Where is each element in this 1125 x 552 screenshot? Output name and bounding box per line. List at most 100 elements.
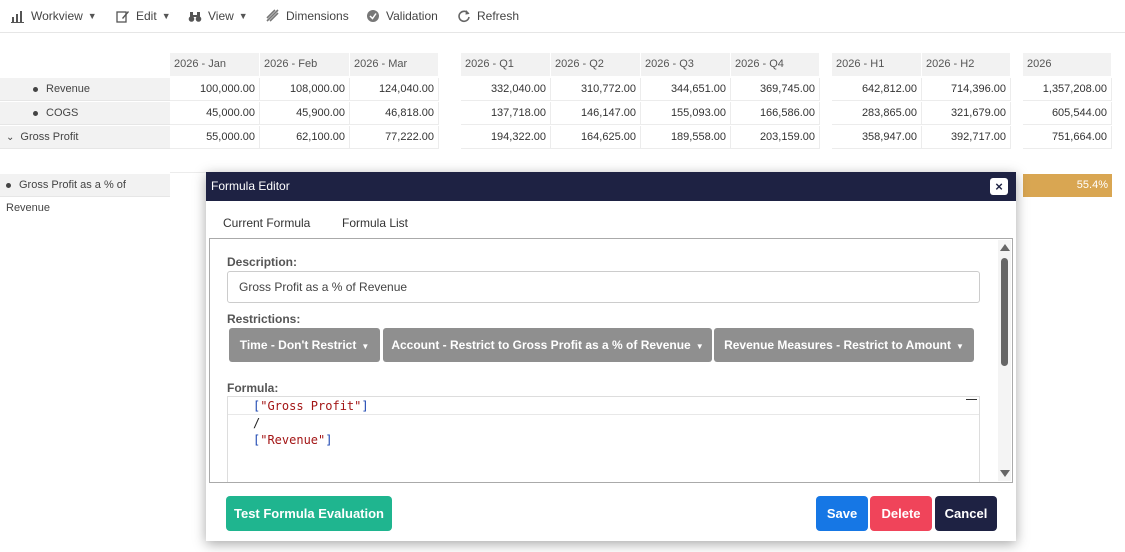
view-label: View <box>208 9 234 23</box>
table-cell[interactable]: 189,558.00 <box>641 126 731 149</box>
validation-button[interactable]: Validation <box>366 7 438 25</box>
row-label-gross-profit-pct[interactable]: Gross Profit as a % of Revenue <box>0 174 170 214</box>
validation-icon <box>367 10 379 22</box>
test-formula-button[interactable]: Test Formula Evaluation <box>226 496 392 531</box>
table-cell[interactable]: 344,651.00 <box>641 78 731 101</box>
edit-menu[interactable]: Edit ▼ <box>116 7 171 25</box>
bullet-icon <box>33 110 38 116</box>
code-line-1: ["Gross Profit"] <box>253 399 369 413</box>
description-input[interactable] <box>227 271 980 303</box>
caret-down-icon: ▼ <box>695 342 704 351</box>
vertical-scrollbar[interactable] <box>998 240 1011 481</box>
close-button[interactable]: × <box>990 178 1008 195</box>
save-button[interactable]: Save <box>816 496 868 531</box>
table-cell[interactable]: 714,396.00 <box>922 78 1011 101</box>
dimensions-button[interactable]: Dimensions <box>266 7 349 25</box>
highlighted-cell[interactable]: 55.4% <box>1023 174 1112 197</box>
bullet-icon <box>6 182 11 188</box>
chevron-down-icon: ▼ <box>161 11 171 21</box>
scroll-up-icon[interactable] <box>1000 244 1010 251</box>
table-cell[interactable]: 642,812.00 <box>832 78 922 101</box>
revenue-measures-restriction-dropdown[interactable]: Revenue Measures - Restrict to Amount ▼ <box>714 328 974 362</box>
table-cell[interactable]: 155,093.00 <box>641 102 731 125</box>
editor-panel: Description: Restrictions: Time - Don't … <box>209 238 1013 483</box>
table-cell[interactable]: 194,322.00 <box>461 126 551 149</box>
table-cell[interactable]: 137,718.00 <box>461 102 551 125</box>
table-cell[interactable]: 369,745.00 <box>731 78 820 101</box>
table-cell[interactable]: 55,000.00 <box>170 126 260 149</box>
close-icon: × <box>995 179 1003 194</box>
table-cell[interactable]: 62,100.00 <box>260 126 350 149</box>
column-header[interactable]: 2026 - H2 <box>922 53 1011 76</box>
row-label-cogs[interactable]: COGS <box>0 102 170 125</box>
validation-label: Validation <box>386 9 438 23</box>
scroll-down-icon[interactable] <box>1000 470 1010 477</box>
dialog-title-bar: Formula Editor × <box>206 172 1016 201</box>
tab-formula-list[interactable]: Formula List <box>342 216 408 230</box>
delete-button[interactable]: Delete <box>870 496 932 531</box>
table-cell[interactable]: 310,772.00 <box>551 78 641 101</box>
formula-label: Formula: <box>227 381 279 395</box>
caret-down-icon: ▼ <box>361 342 370 351</box>
caret-down-icon: ▼ <box>956 342 964 351</box>
table-cell[interactable]: 392,717.00 <box>922 126 1011 149</box>
table-cell[interactable]: 358,947.00 <box>832 126 922 149</box>
edit-icon <box>116 11 129 23</box>
time-restriction-dropdown[interactable]: Time - Don't Restrict ▼ <box>229 328 380 362</box>
table-cell[interactable]: 108,000.00 <box>260 78 350 101</box>
chevron-down-icon[interactable]: ⌄ <box>6 132 14 143</box>
fold-marker <box>966 399 977 400</box>
refresh-button[interactable]: Refresh <box>457 7 519 25</box>
table-cell[interactable]: 283,865.00 <box>832 102 922 125</box>
table-cell[interactable]: 166,586.00 <box>731 102 820 125</box>
column-header[interactable]: 2026 <box>1023 53 1112 76</box>
column-header[interactable]: 2026 - Jan <box>170 53 260 76</box>
table-cell[interactable]: 332,040.00 <box>461 78 551 101</box>
table-cell[interactable]: 45,000.00 <box>170 102 260 125</box>
column-header[interactable]: 2026 - Mar <box>350 53 439 76</box>
table-cell[interactable]: 751,664.00 <box>1023 126 1112 149</box>
column-header[interactable]: 2026 - Feb <box>260 53 350 76</box>
dialog-title: Formula Editor <box>211 179 290 193</box>
row-label-revenue[interactable]: Revenue <box>0 78 170 101</box>
code-line-3: ["Revenue"] <box>253 433 333 447</box>
chevron-down-icon: ▼ <box>238 11 248 21</box>
table-cell[interactable]: 321,679.00 <box>922 102 1011 125</box>
binoculars-icon <box>188 12 202 22</box>
column-header[interactable]: 2026 - H1 <box>832 53 922 76</box>
description-label: Description: <box>227 255 298 269</box>
scroll-thumb[interactable] <box>1001 258 1008 366</box>
column-header[interactable]: 2026 - Q1 <box>461 53 551 76</box>
table-cell[interactable]: 45,900.00 <box>260 102 350 125</box>
view-menu[interactable]: View ▼ <box>188 7 248 25</box>
table-cell[interactable]: 46,818.00 <box>350 102 439 125</box>
workview-label: Workview <box>31 9 83 23</box>
refresh-label: Refresh <box>477 9 520 23</box>
table-cell[interactable]: 124,040.00 <box>350 78 439 101</box>
column-header[interactable]: 2026 - Q2 <box>551 53 641 76</box>
account-restriction-dropdown[interactable]: Account - Restrict to Gross Profit as a … <box>383 328 712 362</box>
toolbar: Workview ▼ Edit ▼ View ▼ Dimensions Vali… <box>0 0 1125 33</box>
bullet-icon <box>33 86 38 92</box>
refresh-icon <box>458 10 470 23</box>
table-cell[interactable]: 100,000.00 <box>170 78 260 101</box>
empty-cell <box>170 150 206 173</box>
formula-editor-dialog: Formula Editor × Current Formula Formula… <box>206 172 1016 541</box>
table-cell[interactable]: 605,544.00 <box>1023 102 1112 125</box>
table-cell[interactable]: 77,222.00 <box>350 126 439 149</box>
cancel-button[interactable]: Cancel <box>935 496 997 531</box>
table-cell[interactable]: 1,357,208.00 <box>1023 78 1112 101</box>
table-cell[interactable]: 203,159.00 <box>731 126 820 149</box>
tab-current-formula[interactable]: Current Formula <box>223 216 310 230</box>
workview-menu[interactable]: Workview ▼ <box>11 7 97 25</box>
column-header[interactable]: 2026 - Q3 <box>641 53 731 76</box>
restrictions-label: Restrictions: <box>227 312 301 326</box>
table-cell[interactable]: 146,147.00 <box>551 102 641 125</box>
chevron-down-icon: ▼ <box>87 11 97 21</box>
code-line-2: / <box>253 416 261 430</box>
table-cell[interactable]: 164,625.00 <box>551 126 641 149</box>
formula-code-editor[interactable]: ["Gross Profit"] / ["Revenue"] <box>227 396 980 482</box>
row-label-gross-profit[interactable]: ⌄ Gross Profit <box>0 126 170 149</box>
edit-label: Edit <box>136 9 157 23</box>
column-header[interactable]: 2026 - Q4 <box>731 53 820 76</box>
